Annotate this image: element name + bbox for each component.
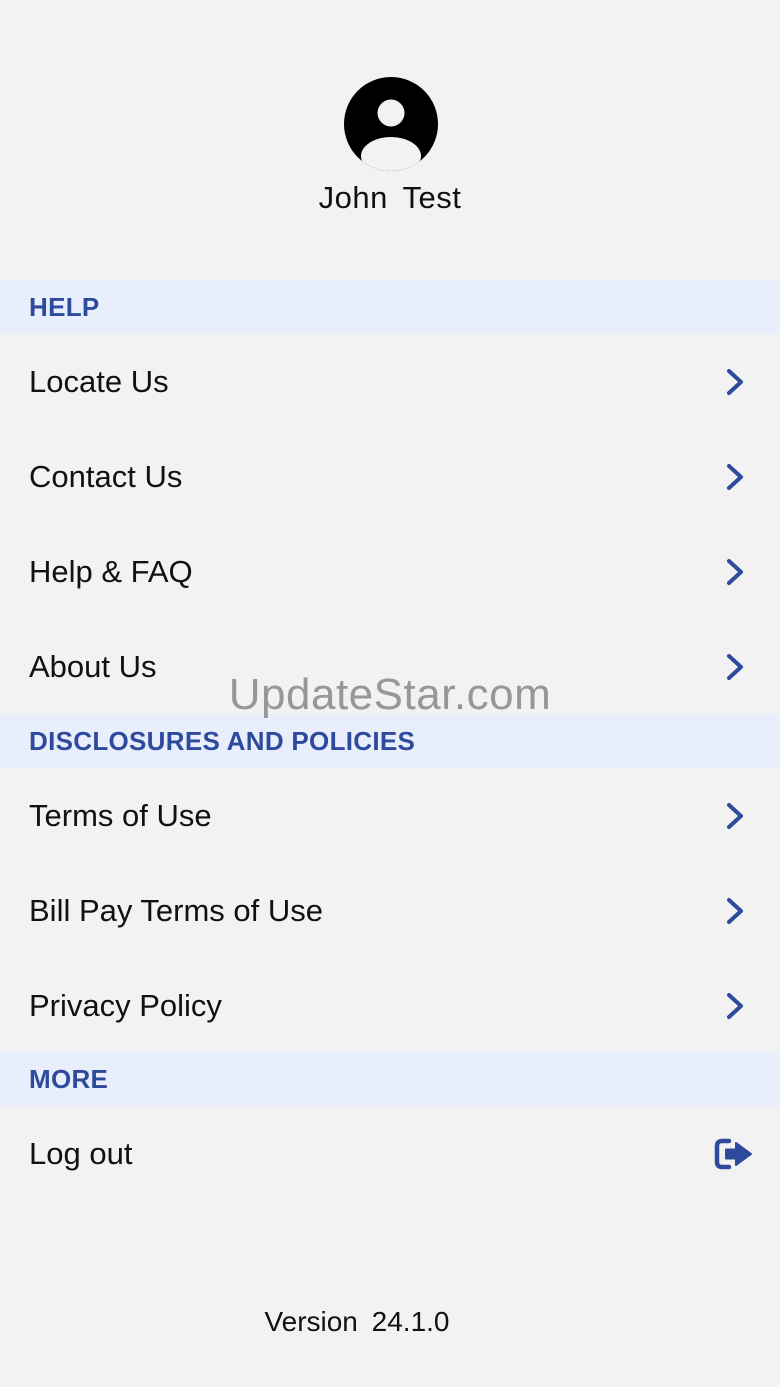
- chevron-right-icon: [727, 803, 743, 829]
- menu-item-label: Help & FAQ: [29, 554, 193, 589]
- menu-item-log-out[interactable]: Log out: [0, 1106, 780, 1201]
- menu-item-label: Locate Us: [29, 364, 169, 399]
- section-header-more: MORE: [0, 1052, 780, 1106]
- chevron-right-icon: [727, 464, 743, 490]
- menu-item-label: Privacy Policy: [29, 988, 222, 1023]
- menu-item-label: Contact Us: [29, 459, 183, 494]
- menu-item-contact-us[interactable]: Contact Us: [0, 429, 780, 524]
- chevron-right-icon: [727, 993, 743, 1019]
- chevron-right-icon: [727, 654, 743, 680]
- section-header-help: HELP: [0, 280, 780, 334]
- menu-item-privacy-policy[interactable]: Privacy Policy: [0, 958, 780, 1053]
- user-name: John Test: [318, 180, 462, 215]
- chevron-right-icon: [727, 369, 743, 395]
- menu-item-terms-of-use[interactable]: Terms of Use: [0, 768, 780, 863]
- app-version: Version 24.1.0: [264, 1306, 450, 1337]
- menu-item-label: Log out: [29, 1136, 133, 1171]
- menu-item-about-us[interactable]: About Us: [0, 619, 780, 714]
- menu-item-help-faq[interactable]: Help & FAQ: [0, 524, 780, 619]
- menu-item-label: Terms of Use: [29, 798, 212, 833]
- menu-item-locate-us[interactable]: Locate Us: [0, 334, 780, 429]
- logout-icon: [714, 1138, 752, 1170]
- profile-header: John Test: [0, 0, 780, 280]
- user-circle-icon[interactable]: [343, 76, 439, 172]
- menu-item-label: Bill Pay Terms of Use: [29, 893, 324, 928]
- chevron-right-icon: [727, 559, 743, 585]
- menu-item-bill-pay-terms[interactable]: Bill Pay Terms of Use: [0, 863, 780, 958]
- chevron-right-icon: [727, 898, 743, 924]
- section-header-disclosures: DISCLOSURES AND POLICIES: [0, 714, 780, 768]
- menu-item-label: About Us: [29, 649, 157, 684]
